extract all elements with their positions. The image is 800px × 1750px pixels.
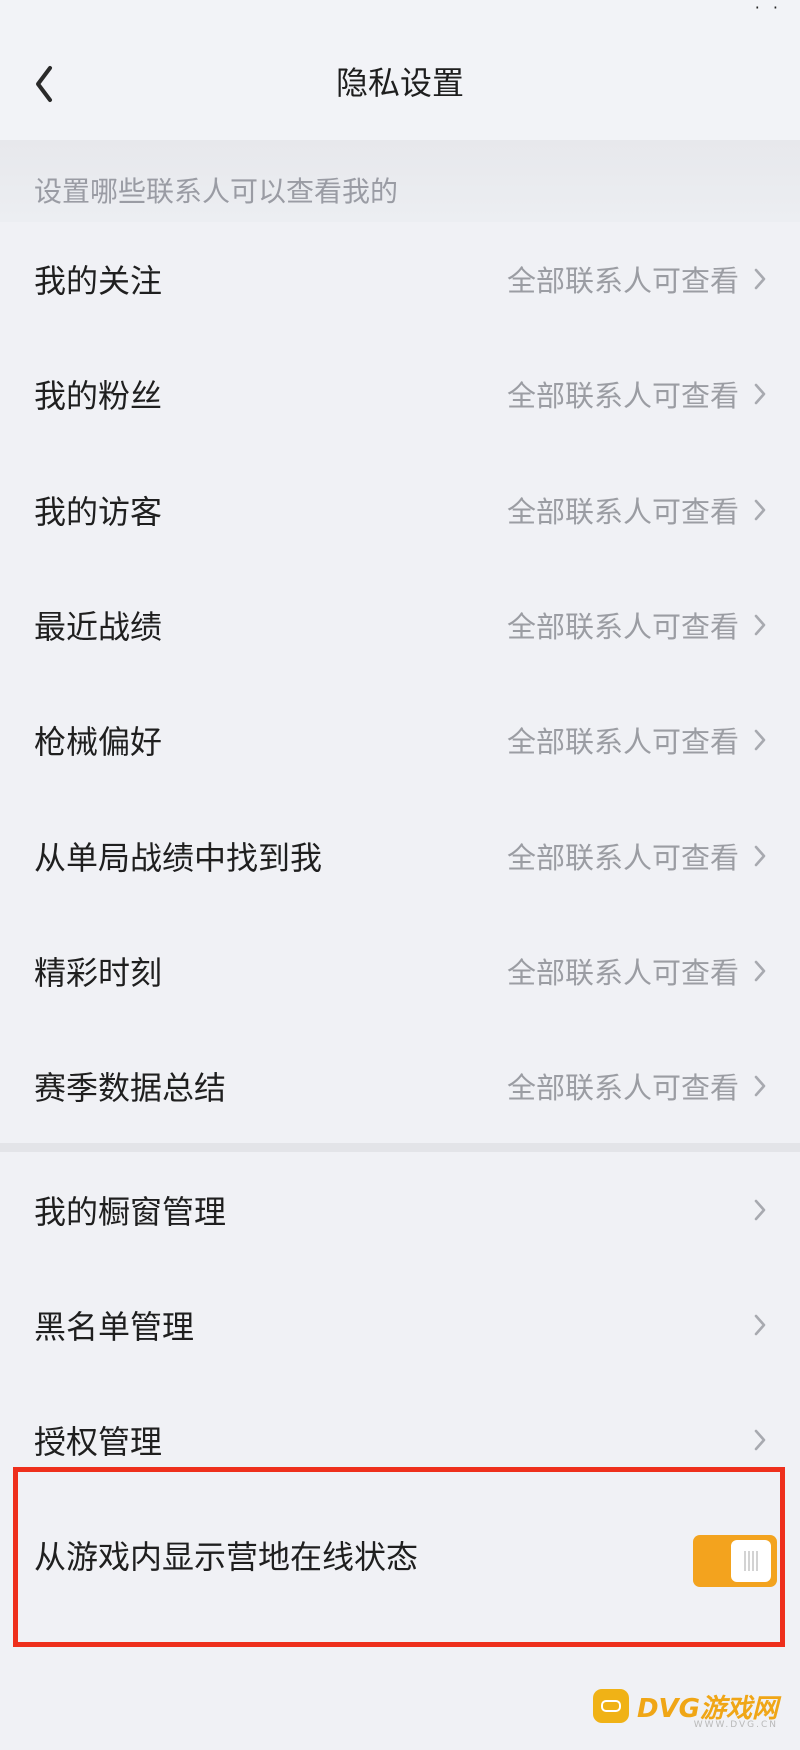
row-value: 全部联系人可查看 [506,264,739,298]
watermark-subtext: WWW.DVG.CN [693,1720,778,1730]
row-label: 我的访客 [34,492,163,531]
row-label: 黑名单管理 [34,1308,195,1346]
visibility-row[interactable]: 枪械偏好 全部联系人可查看 [0,683,800,798]
top-bar: · · 隐私设置 [0,0,800,140]
online-status-label: 从游戏内显示营地在线状态 [34,1538,419,1576]
visibility-row[interactable]: 我的粉丝 全部联系人可查看 [0,337,800,452]
chevron-right-icon [754,1314,766,1336]
chevron-right-icon [754,1075,766,1097]
row-label: 赛季数据总结 [34,1069,227,1108]
toggle-knob [731,1540,771,1582]
row-label: 我的橱窗管理 [34,1193,227,1231]
visibility-row[interactable]: 我的访客 全部联系人可查看 [0,453,800,568]
gamepad-logo-icon [592,1689,629,1723]
row-label: 从单局战绩中找到我 [34,838,323,877]
management-row[interactable]: 黑名单管理 [0,1268,800,1383]
online-status-row: 从游戏内显示营地在线状态 [0,1498,800,1613]
row-label: 我的粉丝 [34,377,163,416]
status-bar-fragment: · · [754,0,782,17]
chevron-right-icon [754,960,766,982]
section-header-label: 设置哪些联系人可以查看我的 [34,175,399,208]
row-label: 最近战绩 [34,607,163,646]
row-label: 枪械偏好 [34,723,163,762]
chevron-right-icon [754,614,766,636]
watermark: DVG游戏网 WWW.DVG.CN [592,1686,778,1730]
visibility-row[interactable]: 我的关注 全部联系人可查看 [0,222,800,337]
row-label: 我的关注 [34,262,163,300]
row-label: 精彩时刻 [34,953,163,992]
chevron-right-icon [754,499,766,520]
visibility-row[interactable]: 精彩时刻 全部联系人可查看 [0,914,800,1029]
management-row[interactable]: 授权管理 [0,1383,800,1498]
watermark-text: DVG游戏网 [636,1693,778,1724]
row-value: 全部联系人可查看 [506,725,739,760]
management-row[interactable]: 我的橱窗管理 [0,1153,800,1268]
visibility-row[interactable]: 最近战绩 全部联系人可查看 [0,568,800,683]
chevron-right-icon [754,1199,766,1221]
chevron-right-icon [754,1429,766,1451]
row-label: 授权管理 [34,1423,163,1461]
chevron-right-icon [754,268,766,290]
row-value: 全部联系人可查看 [506,1071,739,1106]
row-value: 全部联系人可查看 [506,379,739,414]
chevron-right-icon [754,729,766,751]
chevron-right-icon [754,845,766,866]
grip-lines-icon [744,1551,760,1571]
row-value: 全部联系人可查看 [506,494,739,529]
row-value: 全部联系人可查看 [506,955,739,990]
row-value: 全部联系人可查看 [506,609,739,644]
row-value: 全部联系人可查看 [506,840,739,875]
chevron-right-icon [754,383,766,405]
visibility-row[interactable]: 赛季数据总结 全部联系人可查看 [0,1029,800,1144]
visibility-row[interactable]: 从单局战绩中找到我 全部联系人可查看 [0,799,800,914]
section-divider [0,1143,800,1152]
page-title: 隐私设置 [335,64,464,102]
online-status-toggle[interactable] [693,1535,777,1587]
section-header: 设置哪些联系人可以查看我的 [0,140,800,222]
